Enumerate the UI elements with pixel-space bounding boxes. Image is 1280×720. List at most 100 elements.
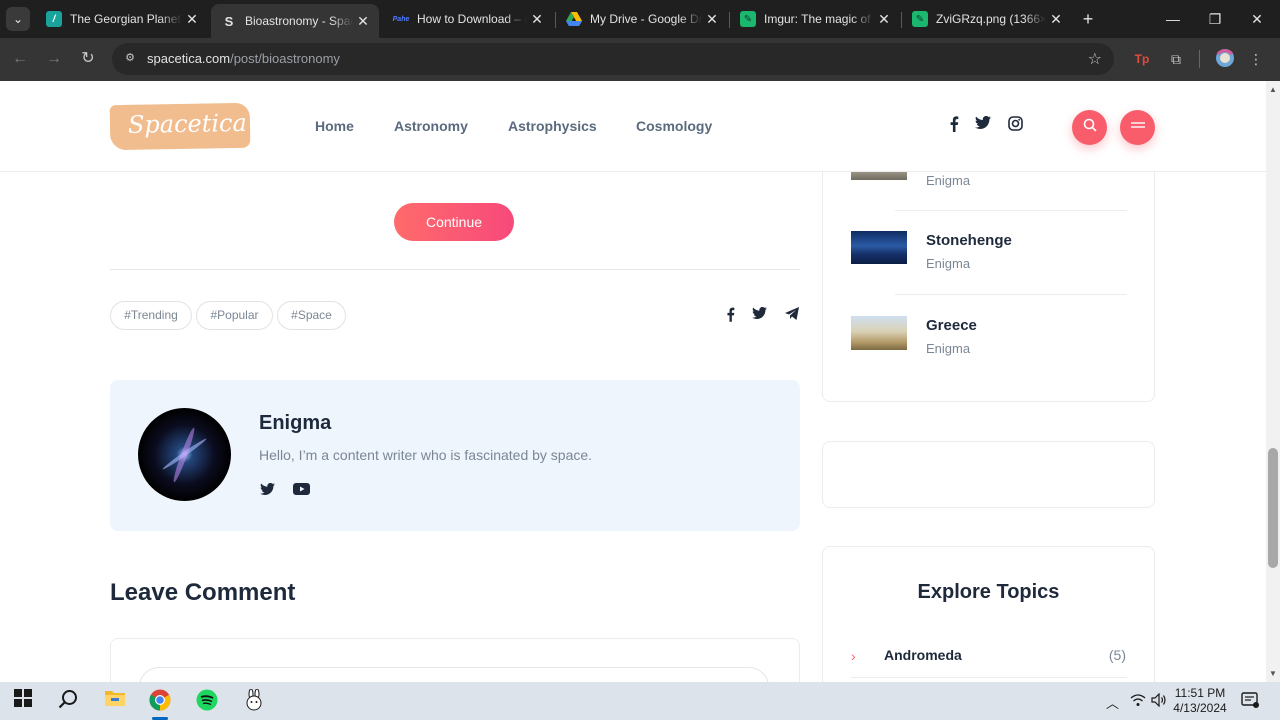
url-text[interactable]: spacetica.com/post/bioastronomy xyxy=(147,51,340,66)
taskbar-clock[interactable]: 11:51 PM 4/13/2024 xyxy=(1172,686,1228,716)
topic-andromeda[interactable]: Andromeda xyxy=(884,647,962,663)
post-author: Enigma xyxy=(926,341,971,356)
forward-arrow-icon[interactable]: → xyxy=(42,47,66,71)
site-info-icon[interactable]: ⚙ xyxy=(122,51,138,67)
spacetica-logo[interactable]: Spacetica xyxy=(109,102,251,151)
share-telegram-icon[interactable] xyxy=(784,307,800,323)
file-explorer-icon[interactable] xyxy=(103,689,127,713)
bunny-app-icon[interactable] xyxy=(242,688,266,713)
author-twitter-icon[interactable] xyxy=(258,482,276,500)
continue-button[interactable]: Continue xyxy=(394,203,514,241)
menu-button[interactable] xyxy=(1120,110,1155,145)
close-tab-icon[interactable]: ✕ xyxy=(353,13,373,30)
scroll-down-icon[interactable]: ▼ xyxy=(1269,669,1277,678)
post-title[interactable]: Stonehenge xyxy=(926,232,1012,249)
page-scrollbar[interactable]: ▲ ▼ xyxy=(1266,81,1280,682)
nav-home[interactable]: Home xyxy=(315,118,354,134)
nav-astronomy[interactable]: Astronomy xyxy=(394,118,468,134)
tab-title: ZviGRzq.png (1366×7 xyxy=(936,12,1046,26)
extension-tp-icon[interactable]: Tp xyxy=(1132,48,1152,70)
leave-comment-heading: Leave Comment xyxy=(110,579,296,606)
post-author: Enigma xyxy=(926,256,971,271)
post-thumbnail[interactable] xyxy=(851,231,907,264)
share-twitter-icon[interactable] xyxy=(751,306,767,323)
minimize-icon[interactable]: — xyxy=(1159,6,1187,32)
reload-icon[interactable]: ↻ xyxy=(76,47,100,71)
search-button[interactable] xyxy=(1072,110,1107,145)
imgur-favicon-icon: ✎ xyxy=(740,11,756,27)
tab-title: Imgur: The magic of t xyxy=(764,12,874,26)
author-name[interactable]: Enigma xyxy=(259,412,331,435)
volume-icon[interactable] xyxy=(1151,692,1167,710)
tray-overflow-chevron-icon[interactable]: ︿ xyxy=(1106,693,1119,712)
new-tab-button[interactable]: + xyxy=(1078,8,1098,30)
twitter-icon[interactable] xyxy=(974,115,992,134)
browser-tab[interactable]: Pahe How to Download – P ✕ xyxy=(383,4,553,34)
browser-tab-active[interactable]: S Bioastronomy - Space ✕ xyxy=(211,4,379,38)
taskbar-search-icon[interactable] xyxy=(56,689,80,713)
chevron-right-icon: › xyxy=(851,648,856,664)
hamburger-icon xyxy=(1130,122,1145,128)
post-item[interactable]: Stonehenge Enigma xyxy=(851,228,1127,298)
tag-popular[interactable]: #Popular xyxy=(196,301,273,330)
network-icon[interactable] xyxy=(1130,693,1146,710)
toolbar-divider xyxy=(1199,50,1200,68)
author-box: Enigma Hello, I’m a content writer who i… xyxy=(110,380,800,531)
comment-name-input[interactable] xyxy=(139,667,769,682)
sidebar-widget-empty xyxy=(822,441,1155,508)
tab-search-menu-button[interactable]: ⌄ xyxy=(6,7,30,31)
close-tab-icon[interactable]: ✕ xyxy=(702,11,722,28)
close-tab-icon[interactable]: ✕ xyxy=(1046,11,1066,28)
share-facebook-icon[interactable] xyxy=(722,307,738,323)
chrome-icon[interactable] xyxy=(148,689,172,713)
instagram-icon[interactable] xyxy=(1006,116,1024,134)
extensions-puzzle-icon[interactable]: ⧉ xyxy=(1165,48,1187,70)
pahe-favicon-icon: Pahe xyxy=(392,15,410,23)
imgur-favicon-icon: ✎ xyxy=(912,11,928,27)
close-tab-icon[interactable]: ✕ xyxy=(874,11,894,28)
url-domain: spacetica.com xyxy=(147,51,231,66)
browser-toolbar: ← → ↻ ⚙ spacetica.com/post/bioastronomy … xyxy=(0,38,1280,81)
browser-menu-icon[interactable]: ⋮ xyxy=(1248,48,1264,70)
author-youtube-icon[interactable] xyxy=(292,482,310,500)
explore-topics-title: Explore Topics xyxy=(917,581,1060,603)
close-window-icon[interactable]: ✕ xyxy=(1243,6,1271,32)
comment-form xyxy=(110,638,800,682)
tag-trending[interactable]: #Trending xyxy=(110,301,192,330)
logo-text: Spacetica xyxy=(127,108,248,139)
address-bar[interactable]: ⚙ spacetica.com/post/bioastronomy ☆ xyxy=(112,43,1114,75)
post-item[interactable]: Greece Enigma xyxy=(851,313,1127,383)
tab-title: The Georgian Planet - xyxy=(70,12,182,26)
scrollbar-thumb[interactable] xyxy=(1268,448,1278,568)
post-title[interactable]: Greece xyxy=(926,317,977,334)
windows-taskbar: ︿ 11:51 PM 4/13/2024 xyxy=(0,682,1280,720)
clock-time: 11:51 PM xyxy=(1174,686,1226,700)
back-arrow-icon[interactable]: ← xyxy=(8,47,32,71)
close-tab-icon[interactable]: ✕ xyxy=(527,11,547,28)
notification-center-icon[interactable] xyxy=(1241,691,1259,709)
windows-start-icon[interactable] xyxy=(11,689,35,713)
bookmark-star-icon[interactable]: ☆ xyxy=(1088,49,1102,69)
spacetica-favicon-icon: S xyxy=(224,13,234,29)
post-thumbnail[interactable] xyxy=(851,316,907,350)
georgian-planet-favicon-icon: / xyxy=(46,11,62,27)
topic-count: (5) xyxy=(1108,647,1126,663)
browser-tab[interactable]: ✎ ZviGRzq.png (1366×7 ✕ xyxy=(902,4,1072,34)
facebook-icon[interactable] xyxy=(945,116,963,134)
close-tab-icon[interactable]: ✕ xyxy=(182,11,202,28)
spotify-icon[interactable] xyxy=(195,689,219,713)
nav-cosmology[interactable]: Cosmology xyxy=(636,118,712,134)
profile-avatar[interactable] xyxy=(1214,48,1236,70)
post-author: Enigma xyxy=(926,173,971,188)
site-header: Spacetica Home Astronomy Astrophysics Co… xyxy=(0,81,1266,172)
browser-tab[interactable]: My Drive - Google Dr ✕ xyxy=(556,4,728,34)
browser-tab[interactable]: ✎ Imgur: The magic of t ✕ xyxy=(730,4,900,34)
post-divider xyxy=(895,294,1127,295)
content-divider xyxy=(110,269,800,270)
tag-space[interactable]: #Space xyxy=(277,301,346,330)
browser-tab[interactable]: / The Georgian Planet - ✕ xyxy=(36,4,208,34)
scroll-up-icon[interactable]: ▲ xyxy=(1269,85,1277,94)
nav-astrophysics[interactable]: Astrophysics xyxy=(508,118,597,134)
tab-title: Bioastronomy - Space xyxy=(245,14,353,28)
restore-window-icon[interactable]: ❐ xyxy=(1201,6,1229,32)
